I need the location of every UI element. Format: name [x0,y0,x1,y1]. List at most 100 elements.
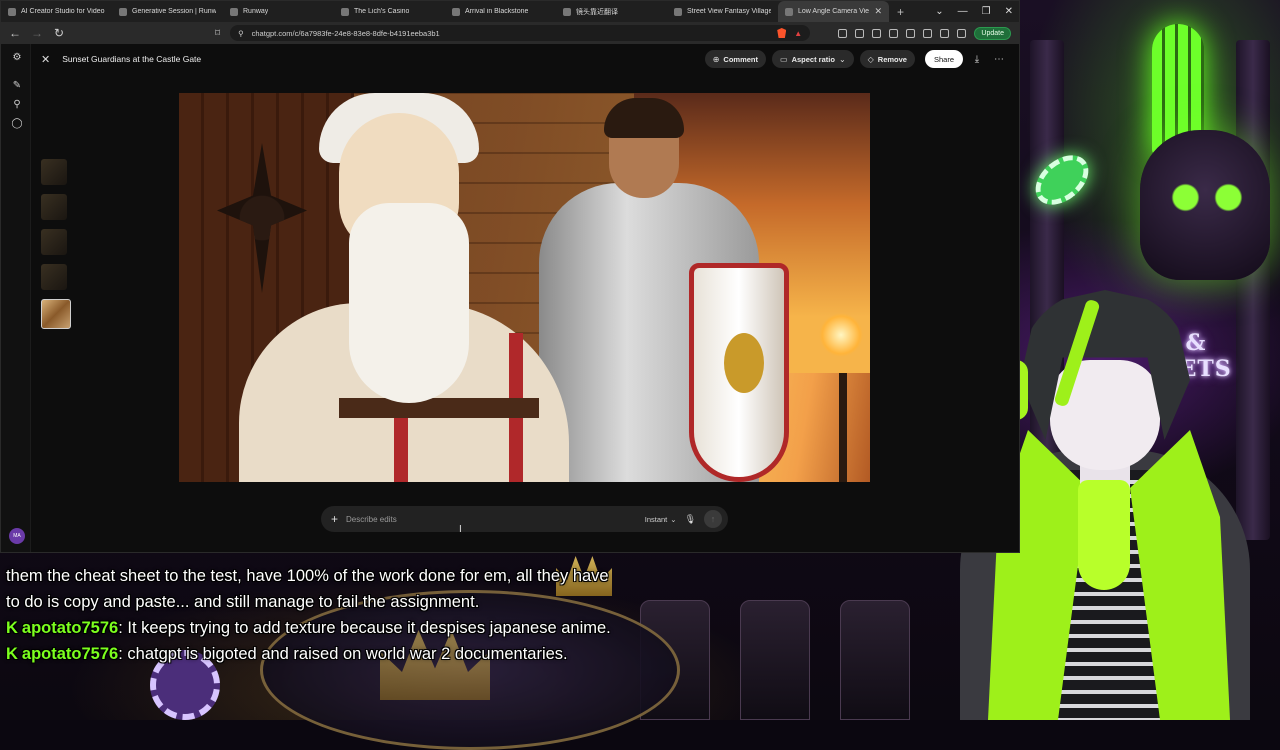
generated-image[interactable] [179,93,870,482]
download-icon[interactable]: ⤓ [969,54,985,65]
favicon-icon [452,7,460,16]
browser-tab[interactable]: 镜头靠近翻译 [556,1,667,22]
tab-label: The Lich's Casino [354,8,410,15]
minimize-icon[interactable]: — [958,6,968,17]
remove-label: Remove [877,54,907,64]
aspect-ratio-icon: ▭ [780,54,788,64]
favicon-icon [8,7,16,16]
avatar[interactable]: MA [9,528,25,544]
close-icon[interactable]: ✕ [41,53,50,66]
favicon-icon [785,7,793,16]
tab-bar: AI Creator Studio for Video & Generative… [1,1,1019,22]
browser-window: AI Creator Studio for Video & Generative… [0,0,1020,553]
url-text: chatgpt.com/c/6a7983fe-24e8-83e8-8dfe-b4… [251,28,440,38]
new-chat-icon[interactable]: ✎ [11,80,23,91]
comment-button[interactable]: ⊕ Comment [704,50,767,68]
chevron-down-icon: ⌄ [838,54,846,64]
wizard-beard [349,203,469,403]
close-tab-icon[interactable]: ✕ [874,6,882,17]
header-actions: ⊕ Comment ▭ Aspect ratio ⌄ ◇ Remove Share ⤓ … [704,50,1007,68]
chat-message: them the cheat sheet to the test, have 1… [6,563,626,615]
comment-icon: ⊕ [712,54,720,64]
browser-tab-active[interactable]: Low Angle Camera View ✕ [778,1,889,22]
update-button[interactable]: Update [974,26,1011,40]
url-field[interactable]: ⚲ chatgpt.com/c/6a7983fe-24e8-83e8-8dfe-… [230,25,811,41]
eraser-icon: ◇ [867,54,874,64]
favicon-icon [341,7,349,16]
kick-badge-icon: K [6,645,18,663]
bar-stool [840,600,910,720]
extension-icon[interactable] [940,28,950,38]
mode-selector[interactable]: Instant ⌄ [645,515,677,524]
search-icon[interactable]: ⚲ [11,99,23,110]
tab-search-icon[interactable]: ⌄ [935,6,943,17]
describe-edits-input[interactable] [346,514,637,524]
brave-shield-icon[interactable] [777,28,787,38]
site-info-icon[interactable]: ⚲ [238,29,244,38]
bar-stool [740,600,810,720]
close-window-icon[interactable]: ✕ [1005,6,1013,17]
image-thumbnail[interactable] [41,194,67,220]
editor-header: ✕ Sunset Guardians at the Castle Gate ⊕ C… [31,44,1019,74]
extensions-row: Update [838,26,1011,40]
music-icon[interactable] [889,28,899,38]
tab-label: Generative Session | Runway [132,8,216,15]
restore-icon[interactable]: ❐ [982,6,991,17]
browser-tab[interactable]: The Lich's Casino [334,1,445,22]
wallet-icon[interactable] [923,28,933,38]
download-icon[interactable] [855,28,865,38]
more-options-icon[interactable]: ⋯ [991,54,1007,65]
extension-icon[interactable] [872,28,882,38]
back-icon[interactable]: ← [9,26,21,40]
share-button[interactable]: Share [924,50,963,68]
stream-chat-overlay: them the cheat sheet to the test, have 1… [6,563,626,667]
shield-emblem [724,333,764,393]
kick-badge-icon: K [6,619,18,637]
remove-button[interactable]: ◇ Remove [859,50,915,68]
page-title: Sunset Guardians at the Castle Gate [62,54,202,64]
sun [819,313,863,357]
extension-icon[interactable] [838,28,848,38]
browser-tab[interactable]: Street View Fantasy Village [667,1,778,22]
favicon-icon [674,7,682,16]
tab-label: Arrival in Blackstone [465,8,529,15]
send-button[interactable]: ↑ [704,510,722,528]
left-rail: ⚙ ✎ ⚲ ◯ MA [1,44,31,552]
chat-text: them the cheat sheet to the test, have 1… [6,567,609,611]
alert-icon[interactable]: ▲ [794,29,802,38]
favicon-icon [230,7,238,16]
tab-label: Street View Fantasy Village [687,8,771,15]
image-thumbnail[interactable] [41,159,67,185]
comment-label: Comment [723,54,759,64]
browser-tab[interactable]: Runway [223,1,334,22]
chatgpt-page: ⚙ ✎ ⚲ ◯ MA ✕ Sunset Guardians at the Cas… [1,44,1019,552]
extension-icon[interactable] [906,28,916,38]
browser-tab[interactable]: Generative Session | Runway [112,1,223,22]
image-thumbnail[interactable] [41,229,67,255]
microphone-icon[interactable]: 🎙 [685,514,696,525]
plus-icon[interactable]: + [331,512,338,526]
chat-message: Kapotato7576: chatgpt is bigoted and rai… [6,641,626,667]
bookmark-icon[interactable]: ⌑ [215,28,220,39]
window-controls: ⌄ — ❐ ✕ [935,1,1013,22]
image-thumbnail-selected[interactable] [41,299,71,329]
chat-bubble-icon[interactable]: ◯ [11,118,23,129]
aspect-ratio-label: Aspect ratio [791,54,835,64]
version-thumbnails [41,159,71,338]
forward-icon[interactable]: → [31,26,43,40]
avatar-cravat [1078,480,1130,590]
browser-tab[interactable]: Arrival in Blackstone [445,1,556,22]
tab-label: 镜头靠近翻译 [576,8,618,16]
mode-label: Instant [644,514,668,524]
torch [839,373,847,482]
new-tab-icon[interactable]: + [889,5,912,19]
reload-icon[interactable]: ↻ [53,26,65,40]
openai-logo-icon[interactable]: ⚙ [11,52,23,63]
address-bar: ← → ↻ ⌑ ⚲ chatgpt.com/c/6a7983fe-24e8-83… [1,22,1019,44]
vpn-icon[interactable] [957,28,967,38]
image-thumbnail[interactable] [41,264,67,290]
text-cursor-icon: Ι [459,524,462,535]
chat-text: : It keeps trying to add texture because… [118,619,611,637]
browser-tab[interactable]: AI Creator Studio for Video & [1,1,112,22]
aspect-ratio-button[interactable]: ▭ Aspect ratio ⌄ [772,50,854,68]
